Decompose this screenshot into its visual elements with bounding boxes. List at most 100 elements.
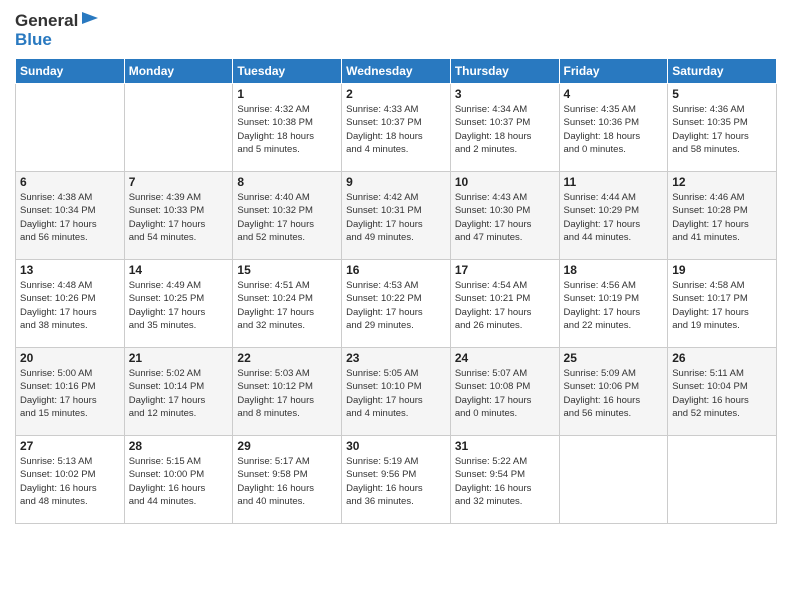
calendar-cell: 21 Sunrise: 5:02 AM Sunset: 10:14 PM Dayl… [124, 348, 233, 436]
calendar-week-row: 6Sunrise: 4:38 AM Sunset: 10:34 PM Dayli… [16, 172, 777, 260]
day-info: Sunrise: 4:54 AM Sunset: 10:21 PM Daylig… [455, 279, 555, 332]
calendar-table: SundayMondayTuesdayWednesdayThursdayFrid… [15, 58, 777, 524]
calendar-cell: 17 Sunrise: 4:54 AM Sunset: 10:21 PM Dayl… [450, 260, 559, 348]
day-info: Sunrise: 4:39 AM Sunset: 10:33 PM Daylig… [129, 191, 229, 244]
day-number: 13 [20, 263, 120, 277]
calendar-cell: 1 Sunrise: 4:32 AM Sunset: 10:38 PM Dayli… [233, 84, 342, 172]
day-number: 1 [237, 87, 337, 101]
calendar-cell: 23Sunrise: 5:05 AM Sunset: 10:10 PM Dayl… [342, 348, 451, 436]
day-info: Sunrise: 5:13 AM Sunset: 10:02 PM Daylig… [20, 455, 120, 508]
day-info: Sunrise: 4:49 AM Sunset: 10:25 PM Daylig… [129, 279, 229, 332]
calendar-cell: 24 Sunrise: 5:07 AM Sunset: 10:08 PM Dayl… [450, 348, 559, 436]
logo: General Blue [15, 10, 102, 50]
calendar-cell: 25 Sunrise: 5:09 AM Sunset: 10:06 PM Dayl… [559, 348, 668, 436]
calendar-cell [559, 436, 668, 524]
calendar-week-row: 1 Sunrise: 4:32 AM Sunset: 10:38 PM Dayli… [16, 84, 777, 172]
calendar-cell [668, 436, 777, 524]
day-info: Sunrise: 5:02 AM Sunset: 10:14 PM Daylig… [129, 367, 229, 420]
day-info: Sunrise: 5:15 AM Sunset: 10:00 PM Daylig… [129, 455, 229, 508]
calendar-cell: 13Sunrise: 4:48 AM Sunset: 10:26 PM Dayl… [16, 260, 125, 348]
day-info: Sunrise: 5:11 AM Sunset: 10:04 PM Daylig… [672, 367, 772, 420]
day-number: 12 [672, 175, 772, 189]
day-info: Sunrise: 4:34 AM Sunset: 10:37 PM Daylig… [455, 103, 555, 156]
logo-general-text: General [15, 11, 78, 31]
day-number: 9 [346, 175, 446, 189]
day-of-week-header: Thursday [450, 59, 559, 84]
calendar-cell: 26 Sunrise: 5:11 AM Sunset: 10:04 PM Dayl… [668, 348, 777, 436]
day-number: 25 [564, 351, 664, 365]
calendar-cell: 16Sunrise: 4:53 AM Sunset: 10:22 PM Dayl… [342, 260, 451, 348]
day-number: 29 [237, 439, 337, 453]
calendar-cell: 2 Sunrise: 4:33 AM Sunset: 10:37 PM Dayli… [342, 84, 451, 172]
calendar-cell: 15 Sunrise: 4:51 AM Sunset: 10:24 PM Dayl… [233, 260, 342, 348]
day-number: 2 [346, 87, 446, 101]
day-info: Sunrise: 4:35 AM Sunset: 10:36 PM Daylig… [564, 103, 664, 156]
calendar-cell: 12 Sunrise: 4:46 AM Sunset: 10:28 PM Dayl… [668, 172, 777, 260]
day-number: 21 [129, 351, 229, 365]
day-number: 20 [20, 351, 120, 365]
day-info: Sunrise: 4:46 AM Sunset: 10:28 PM Daylig… [672, 191, 772, 244]
day-of-week-header: Wednesday [342, 59, 451, 84]
day-number: 18 [564, 263, 664, 277]
day-info: Sunrise: 4:33 AM Sunset: 10:37 PM Daylig… [346, 103, 446, 156]
day-number: 15 [237, 263, 337, 277]
calendar-header-row: SundayMondayTuesdayWednesdayThursdayFrid… [16, 59, 777, 84]
day-number: 22 [237, 351, 337, 365]
calendar-cell [124, 84, 233, 172]
calendar-cell [16, 84, 125, 172]
day-number: 7 [129, 175, 229, 189]
calendar-cell: 8 Sunrise: 4:40 AM Sunset: 10:32 PM Dayli… [233, 172, 342, 260]
calendar-cell: 22 Sunrise: 5:03 AM Sunset: 10:12 PM Dayl… [233, 348, 342, 436]
calendar-cell: 18 Sunrise: 4:56 AM Sunset: 10:19 PM Dayl… [559, 260, 668, 348]
calendar-cell: 3 Sunrise: 4:34 AM Sunset: 10:37 PM Dayli… [450, 84, 559, 172]
day-number: 3 [455, 87, 555, 101]
day-number: 26 [672, 351, 772, 365]
day-number: 8 [237, 175, 337, 189]
day-info: Sunrise: 5:03 AM Sunset: 10:12 PM Daylig… [237, 367, 337, 420]
day-info: Sunrise: 4:51 AM Sunset: 10:24 PM Daylig… [237, 279, 337, 332]
day-number: 10 [455, 175, 555, 189]
day-info: Sunrise: 5:22 AM Sunset: 9:54 PM Dayligh… [455, 455, 555, 508]
day-number: 11 [564, 175, 664, 189]
day-of-week-header: Friday [559, 59, 668, 84]
day-info: Sunrise: 4:32 AM Sunset: 10:38 PM Daylig… [237, 103, 337, 156]
day-info: Sunrise: 5:07 AM Sunset: 10:08 PM Daylig… [455, 367, 555, 420]
day-of-week-header: Saturday [668, 59, 777, 84]
day-number: 4 [564, 87, 664, 101]
calendar-cell: 4 Sunrise: 4:35 AM Sunset: 10:36 PM Dayli… [559, 84, 668, 172]
day-info: Sunrise: 5:09 AM Sunset: 10:06 PM Daylig… [564, 367, 664, 420]
day-number: 28 [129, 439, 229, 453]
day-number: 31 [455, 439, 555, 453]
day-of-week-header: Tuesday [233, 59, 342, 84]
day-number: 6 [20, 175, 120, 189]
logo-blue-text: Blue [15, 30, 102, 50]
calendar-week-row: 27 Sunrise: 5:13 AM Sunset: 10:02 PM Dayl… [16, 436, 777, 524]
day-number: 19 [672, 263, 772, 277]
calendar-cell: 14Sunrise: 4:49 AM Sunset: 10:25 PM Dayl… [124, 260, 233, 348]
day-info: Sunrise: 5:19 AM Sunset: 9:56 PM Dayligh… [346, 455, 446, 508]
calendar-cell: 27 Sunrise: 5:13 AM Sunset: 10:02 PM Dayl… [16, 436, 125, 524]
calendar-cell: 29 Sunrise: 5:17 AM Sunset: 9:58 PM Dayli… [233, 436, 342, 524]
calendar-cell: 19 Sunrise: 4:58 AM Sunset: 10:17 PM Dayl… [668, 260, 777, 348]
calendar-week-row: 13Sunrise: 4:48 AM Sunset: 10:26 PM Dayl… [16, 260, 777, 348]
day-number: 27 [20, 439, 120, 453]
day-number: 23 [346, 351, 446, 365]
calendar-cell: 30Sunrise: 5:19 AM Sunset: 9:56 PM Dayli… [342, 436, 451, 524]
day-info: Sunrise: 5:17 AM Sunset: 9:58 PM Dayligh… [237, 455, 337, 508]
day-info: Sunrise: 4:40 AM Sunset: 10:32 PM Daylig… [237, 191, 337, 244]
day-info: Sunrise: 4:58 AM Sunset: 10:17 PM Daylig… [672, 279, 772, 332]
calendar-cell: 11Sunrise: 4:44 AM Sunset: 10:29 PM Dayl… [559, 172, 668, 260]
page: General Blue SundayMondayTuesdayWednesda… [0, 0, 792, 612]
day-number: 24 [455, 351, 555, 365]
logo-flag-icon [80, 10, 102, 32]
day-number: 5 [672, 87, 772, 101]
day-info: Sunrise: 4:36 AM Sunset: 10:35 PM Daylig… [672, 103, 772, 156]
calendar-cell: 28 Sunrise: 5:15 AM Sunset: 10:00 PM Dayl… [124, 436, 233, 524]
day-info: Sunrise: 4:56 AM Sunset: 10:19 PM Daylig… [564, 279, 664, 332]
calendar-cell: 10 Sunrise: 4:43 AM Sunset: 10:30 PM Dayl… [450, 172, 559, 260]
day-info: Sunrise: 4:53 AM Sunset: 10:22 PM Daylig… [346, 279, 446, 332]
calendar-cell: 5 Sunrise: 4:36 AM Sunset: 10:35 PM Dayli… [668, 84, 777, 172]
day-number: 17 [455, 263, 555, 277]
day-info: Sunrise: 4:43 AM Sunset: 10:30 PM Daylig… [455, 191, 555, 244]
header: General Blue [15, 10, 777, 50]
